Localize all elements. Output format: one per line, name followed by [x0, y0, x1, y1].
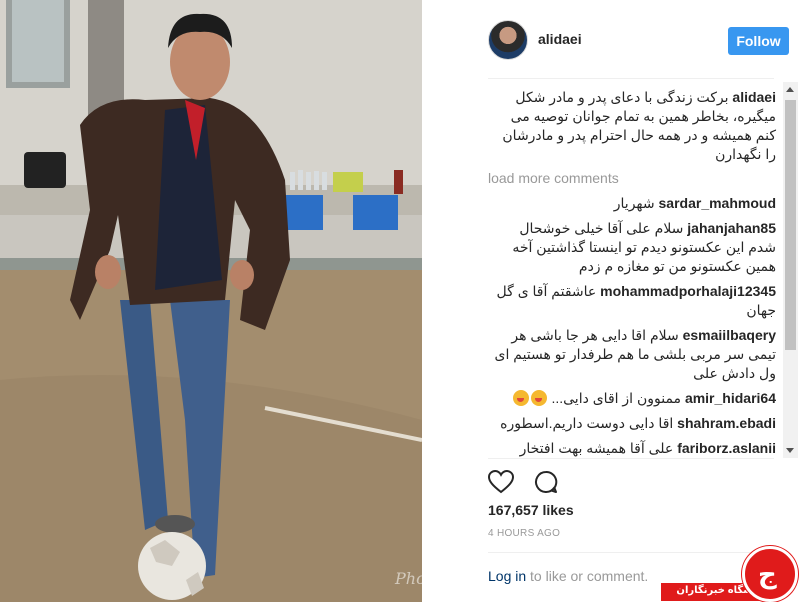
- comment-username[interactable]: fariborz.aslanii: [677, 440, 776, 456]
- comment-username[interactable]: sardar_mahmoud: [659, 195, 776, 211]
- emoji-face-icon: [530, 390, 547, 406]
- post-actions: [487, 469, 574, 499]
- list-item: fariborz.aslanii علی آقا همیشه بهت افتخا…: [488, 439, 776, 458]
- post-photo: Photo: [0, 0, 422, 602]
- post-timestamp[interactable]: 4 HOURS AGO: [488, 528, 560, 539]
- comments-scrollbar[interactable]: [783, 82, 798, 458]
- list-item: esmaiilbaqery سلام اقا دایی هر جا باشی ه…: [488, 326, 776, 383]
- list-item: mohammadporhalaji12345 عاشقتم آقا ی گل ج…: [488, 282, 776, 320]
- comment-username[interactable]: jahanjahan85: [687, 220, 776, 236]
- comment-username[interactable]: shahram.ebadi: [677, 415, 776, 431]
- list-item: sardar_mahmoud شهریار: [488, 194, 776, 213]
- scroll-up-arrow-icon[interactable]: [786, 87, 794, 92]
- login-prompt-text: to like or comment.: [526, 568, 649, 584]
- post-details-panel: alidaei Follow alidaei برکت زندگی با دعا…: [474, 0, 799, 602]
- caption-username[interactable]: alidaei: [732, 89, 776, 105]
- header-divider: [488, 78, 774, 79]
- avatar[interactable]: [488, 20, 528, 60]
- list-item: amir_hidari64 ممنوون از اقای دایی...: [488, 389, 776, 408]
- comment-text: علی آقا همیشه بهت افتخار: [519, 440, 674, 456]
- comment-text: اقا دایی دوست داریم.اسطوره: [500, 415, 674, 431]
- emoji-face-icon: [512, 390, 529, 406]
- caption: alidaei برکت زندگی با دعای پدر و مادر شک…: [488, 88, 776, 164]
- follow-button[interactable]: Follow: [728, 27, 789, 55]
- comment-bubble-icon[interactable]: [534, 470, 558, 499]
- login-link[interactable]: Log in: [488, 568, 526, 584]
- login-prompt: Log in to like or comment.: [488, 568, 648, 584]
- comment-username[interactable]: amir_hidari64: [685, 390, 776, 406]
- comment-username[interactable]: mohammadporhalaji12345: [600, 283, 776, 299]
- scroll-thumb[interactable]: [785, 100, 796, 350]
- comment-text: شهریار: [613, 195, 655, 211]
- list-item: jahanjahan85 سلام علی آقا خیلی خوشحال شد…: [488, 219, 776, 276]
- scroll-down-arrow-icon[interactable]: [786, 448, 794, 453]
- heart-icon[interactable]: [487, 469, 515, 499]
- footer-divider: [488, 552, 774, 553]
- comments-divider: [488, 458, 774, 459]
- comments-list: alidaei برکت زندگی با دعای پدر و مادر شک…: [488, 88, 783, 458]
- svg-text:Photo: Photo: [394, 569, 422, 588]
- news-agency-logo: ج: [742, 546, 798, 602]
- header-username[interactable]: alidaei: [538, 31, 582, 47]
- post-header: alidaei Follow: [488, 20, 789, 60]
- comment-username[interactable]: esmaiilbaqery: [683, 327, 776, 343]
- list-item: shahram.ebadi اقا دایی دوست داریم.اسطوره: [488, 414, 776, 433]
- likes-count[interactable]: 167,657 likes: [488, 502, 574, 518]
- comment-text: ممنوون از اقای دایی...: [551, 390, 682, 406]
- load-more-comments-link[interactable]: load more comments: [488, 170, 783, 186]
